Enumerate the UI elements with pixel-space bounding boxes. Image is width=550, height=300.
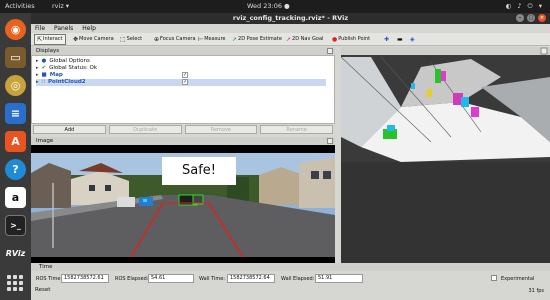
ros-time-label: ROS Time: <box>36 276 63 282</box>
rename-button[interactable]: Rename <box>260 125 333 134</box>
nav-goal-icon: ➚ <box>286 36 292 43</box>
app-menu[interactable]: rviz ▾ <box>52 0 69 13</box>
writer-icon[interactable]: ≡ <box>5 103 26 124</box>
3d-render-view[interactable] <box>341 47 550 263</box>
window-titlebar[interactable]: rviz_config_tracking.rviz* - RViz – □ × <box>31 13 550 24</box>
reset-button[interactable]: Reset <box>35 287 50 293</box>
expand-arrow-icon[interactable]: ▸ <box>36 72 39 79</box>
time-panel: Time ROS Time: 1582738572.61 ROS Elapsed… <box>31 263 550 300</box>
add-tool-icon[interactable]: ✚ <box>384 34 389 45</box>
time-panel-title: Time <box>39 264 53 270</box>
measure-icon: ⊢ <box>198 36 204 43</box>
nav-goal-tool[interactable]: ➚ 2D Nav Goal <box>286 34 323 45</box>
globe-icon: ● <box>41 58 47 64</box>
clock[interactable]: Wed 23:06 ● <box>247 0 290 13</box>
point-cloud-render <box>341 47 550 263</box>
displays-tree: ▸ ● Global Options ▸ ✔ Global Status: Ok… <box>31 55 335 124</box>
ros-time-field[interactable]: 1582738572.61 <box>61 274 109 283</box>
experimental-label: Experimental <box>501 276 535 282</box>
display-item-global-options[interactable]: ▸ ● Global Options <box>36 58 90 65</box>
panel-close-icon[interactable] <box>327 48 333 54</box>
terminal-icon[interactable]: >_ <box>5 215 26 236</box>
publish-point-icon: ● <box>332 36 338 43</box>
wall-elapsed-field[interactable]: 51.91 <box>315 274 363 283</box>
fps-readout: 31 fps <box>528 288 545 294</box>
interact-tool[interactable]: ⇱ Interact <box>34 34 66 45</box>
displays-panel-header: Displays <box>31 47 335 55</box>
select-icon: ⬚ <box>120 36 126 43</box>
expand-arrow-icon[interactable]: ▸ <box>36 79 39 86</box>
firefox-icon[interactable]: ◉ <box>5 19 26 40</box>
wall-time-label: Wall Time: <box>199 276 225 282</box>
display-item-map[interactable]: ▸ ■ Map <box>36 72 63 79</box>
rhythmbox-icon[interactable]: ◎ <box>5 75 26 96</box>
expand-arrow-icon[interactable]: ▸ <box>36 58 39 65</box>
ros-elapsed-field[interactable]: 54.61 <box>148 274 194 283</box>
minimize-icon[interactable]: – <box>516 14 524 22</box>
measure-tool[interactable]: ⊢ Measure <box>198 34 225 45</box>
rviz-icon[interactable]: RViz <box>5 243 26 264</box>
amazon-icon[interactable]: a <box>5 187 26 208</box>
system-tray[interactable]: ◐ ♪ ⏻ ▾ <box>506 0 544 13</box>
map-icon: ■ <box>41 72 47 78</box>
publish-point-tool[interactable]: ● Publish Point <box>332 34 370 45</box>
panel-close-icon[interactable] <box>327 138 333 144</box>
display-item-pointcloud2[interactable]: ▸ ∷ PointCloud2 <box>36 79 326 86</box>
menu-file[interactable]: File <box>35 25 45 32</box>
check-icon: ✔ <box>41 65 47 71</box>
time-panel-header: Time <box>31 263 550 271</box>
focus-camera-icon: ⊕ <box>154 36 160 43</box>
move-camera-icon: ✥ <box>73 36 79 43</box>
displays-title: Displays <box>36 48 60 54</box>
experimental-checkbox[interactable] <box>491 275 497 281</box>
ros-elapsed-label: ROS Elapsed: <box>115 276 149 282</box>
desktop: Activities rviz ▾ Wed 23:06 ● ◐ ♪ ⏻ ▾ ◉ … <box>0 0 550 300</box>
software-icon[interactable]: A <box>5 131 26 152</box>
select-tool[interactable]: ⬚ Select <box>120 34 142 45</box>
interact-icon: ⇱ <box>37 36 43 43</box>
pointcloud2-checkbox[interactable]: ✓ <box>182 79 188 85</box>
wall-time-field[interactable]: 1582738572.64 <box>227 274 275 283</box>
rviz-window: rviz_config_tracking.rviz* - RViz – □ × … <box>31 13 550 300</box>
add-button[interactable]: Add <box>33 125 106 134</box>
displays-button-row: Add Duplicate Remove Rename <box>31 124 335 135</box>
camera-type-icon[interactable]: ◈ <box>410 34 415 45</box>
menu-help[interactable]: Help <box>82 25 96 32</box>
move-camera-tool[interactable]: ✥ Move Camera <box>73 34 114 45</box>
maximize-icon[interactable]: □ <box>527 14 535 22</box>
menu-bar: File Panels Help <box>31 24 550 33</box>
files-icon[interactable]: ▭ <box>5 47 26 68</box>
app-grid-icon[interactable] <box>7 275 23 291</box>
remove-tool-icon[interactable]: ▬ <box>397 34 403 45</box>
display-item-global-status[interactable]: ▸ ✔ Global Status: Ok <box>36 65 97 72</box>
pointcloud-icon: ∷ <box>41 79 46 85</box>
pose-estimate-icon: ➚ <box>232 36 238 43</box>
menu-panels[interactable]: Panels <box>54 25 73 32</box>
safety-status-overlay: Safe! <box>162 157 236 185</box>
expand-arrow-icon[interactable]: ▸ <box>36 65 39 72</box>
image-panel-title: Image <box>36 138 54 144</box>
camera-image: Safe! <box>31 153 335 257</box>
remove-button[interactable]: Remove <box>184 125 258 134</box>
image-panel-header: Image <box>31 137 335 145</box>
duplicate-button[interactable]: Duplicate <box>108 125 182 134</box>
top-bar: Activities rviz ▾ Wed 23:06 ● ◐ ♪ ⏻ ▾ <box>0 0 550 13</box>
pose-estimate-tool[interactable]: ➚ 2D Pose Estimate <box>232 34 282 45</box>
focus-camera-tool[interactable]: ⊕ Focus Camera <box>154 34 196 45</box>
image-panel: Image Safe! <box>31 137 335 263</box>
map-checkbox[interactable]: ✓ <box>182 72 188 78</box>
window-title: rviz_config_tracking.rviz* - RViz <box>232 14 349 22</box>
wall-elapsed-label: Wall Elapsed: <box>281 276 315 282</box>
close-icon[interactable]: × <box>538 14 546 22</box>
activities-button[interactable]: Activities <box>5 0 35 13</box>
dock: ◉ ▭ ◎ ≡ A ? a >_ RViz <box>0 13 31 300</box>
help-icon[interactable]: ? <box>5 159 26 180</box>
toolbar: ⇱ Interact ✥ Move Camera ⬚ Select ⊕ Focu… <box>31 33 550 46</box>
